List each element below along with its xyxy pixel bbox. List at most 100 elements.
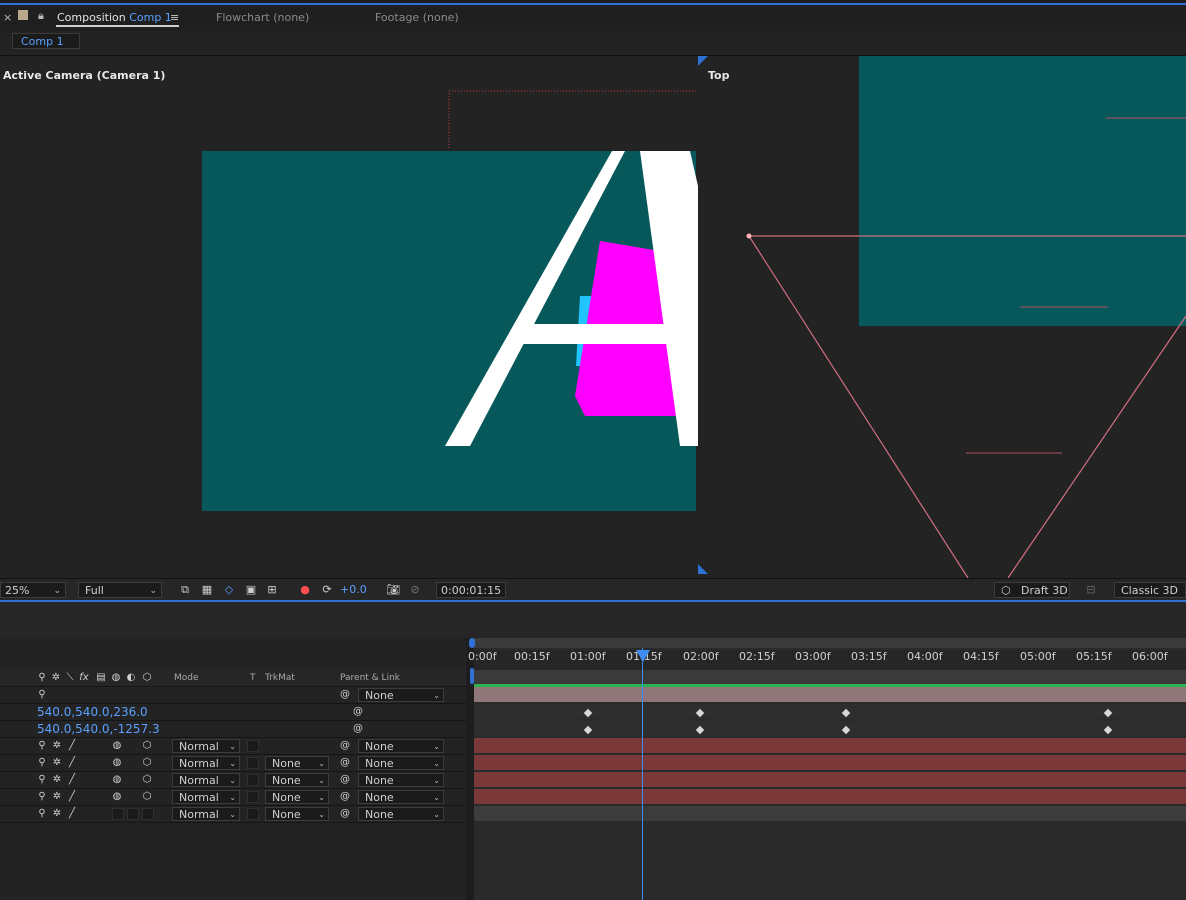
mode-dropdown[interactable]: Normal ⌄ [172, 790, 240, 804]
preserve-transparency-checkbox[interactable] [247, 808, 259, 820]
time-ruler[interactable]: 0:00f 00:15f 01:00f 01:15f 02:00f 02:15f… [468, 650, 1186, 670]
layer-row-camera[interactable]: ⚲ @ None ⌄ [0, 687, 468, 704]
transparency-grid-icon[interactable]: ▦ [200, 583, 214, 597]
shy-icon[interactable]: ⚲ [36, 689, 48, 701]
pick-whip-icon[interactable]: @ [339, 689, 351, 701]
mode-dropdown[interactable]: Normal ⌄ [172, 739, 240, 753]
tab-footage[interactable]: Footage (none) [375, 11, 459, 24]
motion-blur-checkbox[interactable] [112, 808, 124, 820]
pick-whip-icon[interactable]: @ [339, 808, 351, 820]
layer-bar[interactable] [474, 738, 1186, 753]
trkmat-dropdown[interactable]: None ⌄ [265, 790, 329, 804]
collapse-icon[interactable]: ✲ [51, 808, 63, 820]
pick-whip-icon[interactable]: @ [352, 723, 364, 735]
preserve-transparency-checkbox[interactable] [247, 757, 259, 769]
layer-bar[interactable] [474, 772, 1186, 787]
pick-whip-icon[interactable]: @ [352, 706, 364, 718]
mode-dropdown[interactable]: Normal ⌄ [172, 773, 240, 787]
property-value[interactable]: 540.0,540.0,236.0 [37, 705, 148, 719]
parent-dropdown[interactable]: None ⌄ [358, 688, 444, 702]
collapse-icon[interactable]: ✲ [51, 740, 63, 752]
layer-row[interactable]: ⚲ ✲ ╱ ◍ ⬡ Normal ⌄ None ⌄ @ None ⌄ [0, 772, 468, 789]
3d-layer-icon[interactable]: ⬡ [141, 774, 153, 786]
pick-whip-icon[interactable]: @ [339, 791, 351, 803]
current-time-indicator-line[interactable] [642, 648, 643, 900]
draft-3d-toggle[interactable]: ⬡ Draft 3D [994, 582, 1070, 598]
top-view-viewer[interactable]: Top [698, 56, 1186, 578]
layer-row[interactable]: ⚲ ✲ ╱ ◍ ⬡ Normal ⌄ None ⌄ @ None ⌄ [0, 755, 468, 772]
adjustment-checkbox[interactable] [127, 808, 139, 820]
current-time-display[interactable]: 0:00:01:15 [436, 582, 506, 598]
3d-layer-checkbox[interactable] [142, 808, 154, 820]
collapse-icon[interactable]: ✲ [51, 757, 63, 769]
layer-bar[interactable] [474, 755, 1186, 770]
resolution-dropdown[interactable]: Full ⌄ [78, 582, 162, 598]
panel-menu-icon[interactable]: ≡ [170, 11, 179, 24]
property-row-point-of-interest[interactable]: 540.0,540.0,236.0 @ [0, 704, 468, 721]
motion-blur-icon[interactable]: ◍ [111, 740, 123, 752]
quality-icon[interactable]: ╱ [66, 808, 78, 820]
comp-breadcrumb-chip[interactable]: Comp 1 [12, 33, 80, 49]
collapse-icon[interactable]: ✲ [51, 791, 63, 803]
quality-icon[interactable]: ╱ [66, 774, 78, 786]
lock-icon[interactable]: 🔒︎ [38, 9, 44, 23]
parent-dropdown[interactable]: None ⌄ [358, 790, 444, 804]
work-area-start-handle[interactable] [469, 638, 475, 648]
pick-whip-icon[interactable]: @ [339, 740, 351, 752]
preserve-transparency-checkbox[interactable] [247, 774, 259, 786]
trkmat-dropdown[interactable]: None ⌄ [265, 773, 329, 787]
reset-exposure-icon[interactable]: ⟳ [320, 583, 334, 597]
layer-bar-disabled[interactable] [474, 806, 1186, 821]
tab-composition[interactable]: Composition Comp 1 [57, 11, 172, 24]
close-icon[interactable]: × [3, 11, 12, 24]
property-value[interactable]: 540.0,540.0,-1257.3 [37, 722, 160, 736]
renderer-mode-button[interactable]: Classic 3D [1114, 582, 1186, 598]
snapshot-camera-icon[interactable]: 📷︎ [386, 583, 400, 597]
3d-layer-icon[interactable]: ⬡ [141, 757, 153, 769]
ground-plane-icon[interactable]: ⊟ [1084, 583, 1098, 597]
motion-blur-icon[interactable]: ◍ [111, 757, 123, 769]
quality-icon[interactable]: ╱ [66, 757, 78, 769]
motion-blur-icon[interactable]: ◍ [111, 791, 123, 803]
parent-dropdown[interactable]: None ⌄ [358, 807, 444, 821]
show-snapshot-icon[interactable]: ⊘ [408, 583, 422, 597]
3d-layer-icon[interactable]: ⬡ [141, 791, 153, 803]
shy-icon[interactable]: ⚲ [36, 774, 48, 786]
parent-dropdown[interactable]: None ⌄ [358, 773, 444, 787]
3d-layer-icon[interactable]: ⬡ [141, 740, 153, 752]
preserve-transparency-checkbox[interactable] [247, 740, 259, 752]
mode-dropdown[interactable]: Normal ⌄ [172, 807, 240, 821]
zoom-dropdown[interactable]: 25% ⌄ [0, 582, 66, 598]
trkmat-dropdown[interactable]: None ⌄ [265, 756, 329, 770]
region-of-interest-icon[interactable]: ▣ [244, 583, 258, 597]
layer-row[interactable]: ⚲ ✲ ╱ ◍ ⬡ Normal ⌄ None ⌄ @ None ⌄ [0, 789, 468, 806]
quality-icon[interactable]: ╱ [66, 791, 78, 803]
motion-blur-icon[interactable]: ◍ [111, 774, 123, 786]
shy-icon[interactable]: ⚲ [36, 757, 48, 769]
pick-whip-icon[interactable]: @ [339, 774, 351, 786]
grid-guides-icon[interactable]: ⊞ [265, 583, 279, 597]
fast-previews-icon[interactable]: ⧉ [178, 583, 192, 597]
tab-flowchart[interactable]: Flowchart (none) [216, 11, 309, 24]
color-channels-icon[interactable]: ● [298, 583, 312, 597]
shy-icon[interactable]: ⚲ [36, 808, 48, 820]
active-camera-viewer[interactable]: Active Camera (Camera 1) [0, 56, 698, 578]
mode-dropdown[interactable]: Normal ⌄ [172, 756, 240, 770]
shy-icon[interactable]: ⚲ [36, 791, 48, 803]
parent-dropdown[interactable]: None ⌄ [358, 739, 444, 753]
property-row-position[interactable]: 540.0,540.0,-1257.3 @ [0, 721, 468, 738]
pick-whip-icon[interactable]: @ [339, 757, 351, 769]
shy-icon[interactable]: ⚲ [36, 740, 48, 752]
playhead-icon[interactable] [636, 650, 650, 662]
preserve-transparency-checkbox[interactable] [247, 791, 259, 803]
parent-dropdown[interactable]: None ⌄ [358, 756, 444, 770]
layer-bar[interactable] [474, 789, 1186, 804]
quality-icon[interactable]: ╱ [66, 740, 78, 752]
timeline-area[interactable]: 0:00f 00:15f 01:00f 01:15f 02:00f 02:15f… [468, 638, 1186, 900]
layer-row[interactable]: ⚲ ✲ ╱ Normal ⌄ None ⌄ @ None ⌄ [0, 806, 468, 823]
trkmat-dropdown[interactable]: None ⌄ [265, 807, 329, 821]
work-area-bar[interactable] [474, 638, 1186, 648]
exposure-value[interactable]: +0.0 [340, 583, 367, 596]
collapse-icon[interactable]: ✲ [51, 774, 63, 786]
layer-row[interactable]: ⚲ ✲ ╱ ◍ ⬡ Normal ⌄ @ None ⌄ [0, 738, 468, 755]
